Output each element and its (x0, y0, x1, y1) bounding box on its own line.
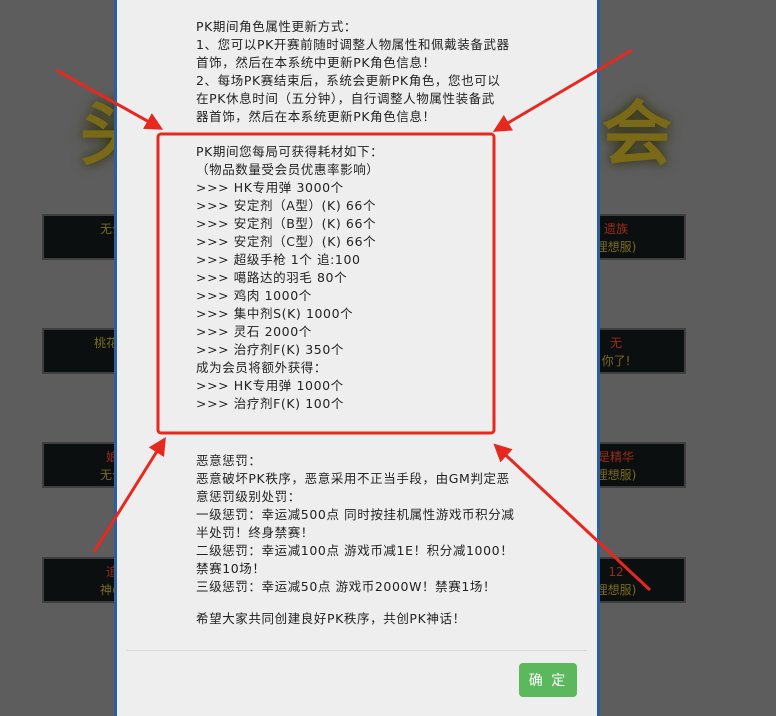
text-line: 二级惩罚：幸运减100点 游戏币减1E！积分减1000！ (196, 543, 514, 558)
text-line: 恶意惩罚： (196, 453, 262, 468)
reward-item: >>> 超级手枪 1个 追:100 (196, 252, 361, 267)
text-line: 首饰，然后在本系统中更新PK角色信息！ (196, 55, 436, 70)
text-line: 三级惩罚：幸运减50点 游戏币2000W！禁赛1场！ (196, 579, 497, 594)
text-line: 成为会员将额外获得： (196, 360, 328, 375)
reward-item: >>> HK专用弹 3000个 (196, 180, 344, 195)
reward-item: >>> 安定剂（A型）(K) 66个 (196, 198, 377, 213)
reward-item: >>> HK专用弹 1000个 (196, 378, 344, 393)
text-line: PK期间您每局可获得耗材如下： (196, 144, 384, 159)
ok-button[interactable]: 确 定 (519, 663, 577, 697)
reward-item: >>> 安定剂（B型）(K) 66个 (196, 216, 377, 231)
text-line: 半处罚！终身禁赛！ (196, 525, 314, 540)
text-line: 恶意破坏PK秩序，恶意采用不正当手段，由GM判定恶 (196, 471, 510, 486)
text-line: 希望大家共同创建良好PK秩序，共创PK神话！ (196, 611, 466, 626)
footer-divider (127, 650, 587, 651)
text-line: 2、每场PK赛结束后，系统会更新PK角色，您也可以 (196, 73, 501, 88)
text-line: PK期间角色属性更新方式： (196, 19, 358, 34)
reward-item: >>> 安定剂（C型）(K) 66个 (196, 234, 377, 249)
reward-item: >>> 治疗剂F(K) 350个 (196, 342, 344, 357)
update-method-section: PK期间角色属性更新方式： 1、您可以PK开赛前随时调整人物属性和佩戴装备武器 … (196, 18, 510, 126)
text-line: 在PK休息时间（五分钟），自行调整人物属性装备武 (196, 91, 495, 106)
closing-text: 希望大家共同创建良好PK秩序，共创PK神话！ (196, 610, 466, 628)
text-line: 一级惩罚：幸运减500点 同时按挂机属性游戏币积分减 (196, 507, 515, 522)
penalty-section: 恶意惩罚： 恶意破坏PK秩序，恶意采用不正当手段，由GM判定恶 意惩罚级别处罚：… (196, 452, 514, 596)
text-line: 1、您可以PK开赛前随时调整人物属性和佩戴装备武器 (196, 37, 510, 52)
reward-item: >>> 鸡肉 1000个 (196, 288, 312, 303)
reward-item: >>> 治疗剂F(K) 100个 (196, 396, 344, 411)
reward-item: >>> 噶路达的羽毛 80个 (196, 270, 348, 285)
banner-right-text: 会 (602, 93, 680, 175)
text-line: （物品数量受会员优惠率影响） (196, 162, 380, 177)
reward-item: >>> 灵石 2000个 (196, 324, 312, 339)
text-line: 禁赛10场！ (196, 561, 266, 576)
rewards-section: PK期间您每局可获得耗材如下： （物品数量受会员优惠率影响） >>> HK专用弹… (196, 143, 383, 413)
text-line: 意惩罚级别处罚： (196, 489, 301, 504)
pk-info-dialog: PK期间角色属性更新方式： 1、您可以PK开赛前随时调整人物属性和佩戴装备武器 … (114, 0, 600, 716)
reward-item: >>> 集中剂S(K) 1000个 (196, 306, 354, 321)
text-line: 器首饰，然后在本系统更新PK角色信息！ (196, 109, 436, 124)
